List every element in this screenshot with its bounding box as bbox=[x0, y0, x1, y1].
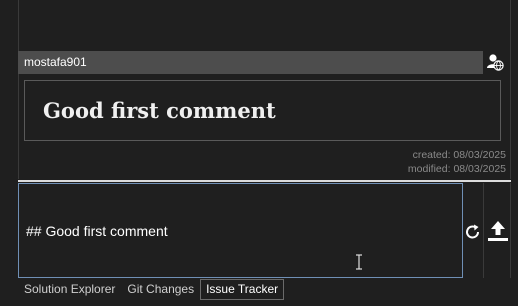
text-cursor-icon bbox=[354, 254, 364, 270]
created-date: created: 08/03/2025 bbox=[412, 149, 506, 161]
tab-issue-tracker[interactable]: Issue Tracker bbox=[200, 279, 285, 300]
refresh-icon[interactable] bbox=[464, 222, 482, 242]
tool-window-tabs: Solution Explorer Git Changes Issue Trac… bbox=[18, 279, 285, 300]
rendered-heading: Good first comment bbox=[43, 98, 276, 123]
tab-git-changes[interactable]: Git Changes bbox=[121, 279, 200, 300]
user-globe-icon bbox=[486, 53, 504, 71]
rendered-comment-preview: Good first comment bbox=[24, 80, 501, 141]
modified-date: modified: 08/03/2025 bbox=[407, 163, 506, 175]
issue-tracker-window: mostafa901 Good first comment created: 0… bbox=[0, 0, 518, 306]
comment-editor[interactable]: ## Good first comment bbox=[18, 183, 463, 278]
editor-text[interactable]: ## Good first comment bbox=[26, 223, 168, 239]
tab-solution-explorer[interactable]: Solution Explorer bbox=[18, 279, 121, 300]
upload-icon[interactable] bbox=[486, 219, 510, 243]
divider bbox=[18, 180, 511, 182]
comment-author: mostafa901 bbox=[18, 51, 483, 74]
